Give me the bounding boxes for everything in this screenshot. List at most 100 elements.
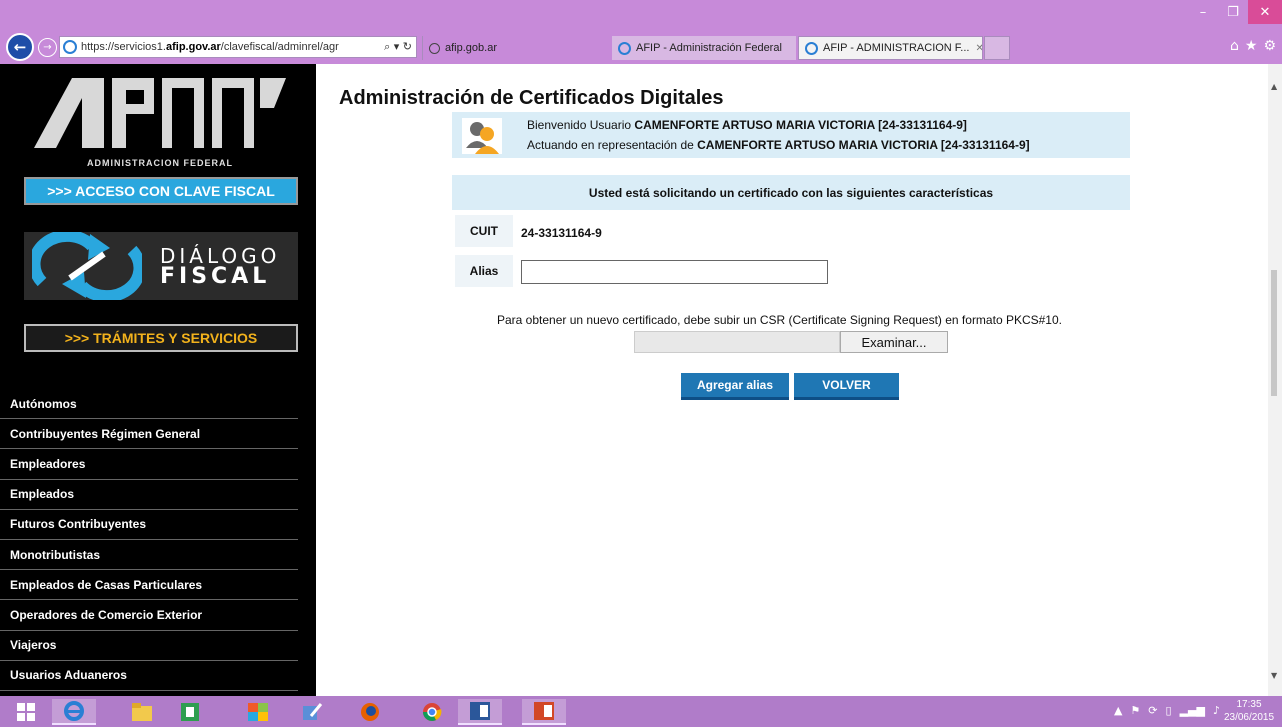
browser-toolbar-icons: ⌂ ★ ⚙ (1230, 38, 1276, 54)
tab-label: afip.gob.ar (445, 42, 497, 54)
signal-icon[interactable]: ▂▄▆ (1180, 704, 1205, 717)
sidebar-item-contribuyentes-regimen-general[interactable]: Contribuyentes Régimen General (0, 419, 298, 450)
vertical-scrollbar[interactable]: ▲ ▼ (1268, 64, 1282, 696)
sidebar-item-autonomos[interactable]: Autónomos (0, 389, 298, 420)
store-icon (181, 703, 199, 721)
tab-afip-active[interactable]: AFIP - ADMINISTRACION F... ✕ (798, 36, 983, 60)
restore-button[interactable]: ❐ (1218, 0, 1248, 24)
afip-logo[interactable]: ADMINISTRACION FEDERAL (34, 78, 286, 174)
address-controls-icon[interactable]: ⌕ ▾ ↻ (380, 40, 416, 54)
clave-fiscal-button[interactable]: >>> ACCESO CON CLAVE FISCAL (24, 177, 298, 205)
user-info-box: Bienvenido Usuario CAMENFORTE ARTUSO MAR… (452, 112, 1130, 158)
cuit-value: 24-33131164-9 (521, 226, 602, 240)
acting-user: CAMENFORTE ARTUSO MARIA VICTORIA [24-331… (697, 138, 1030, 152)
alias-input[interactable] (521, 260, 828, 284)
sync-icon[interactable]: ⟳ (1148, 704, 1157, 717)
taskbar-app[interactable] (236, 699, 280, 725)
window-titlebar: – ❐ ✕ (0, 0, 1282, 30)
browser-navbar: ← → https://servicios1.afip.gov.ar/clave… (0, 30, 1282, 64)
back-button[interactable]: ← (6, 33, 34, 61)
windows-icon (17, 703, 35, 721)
tab-afip-administracion[interactable]: AFIP - Administración Federal (612, 36, 796, 60)
sidebar-menu: Autónomos Contribuyentes Régimen General… (0, 389, 298, 691)
forward-arrow-icon: → (43, 42, 52, 53)
fiscal-label: FISCAL (160, 264, 271, 289)
close-tab-icon[interactable]: ✕ (975, 43, 982, 54)
ie-icon (805, 41, 818, 55)
clock-time: 17:35 (1236, 699, 1262, 710)
taskbar: ▲ ⚑ ⟳ ▯ ▂▄▆ ♪ 17:35 23/06/2015 (0, 696, 1282, 727)
url-path: /clavefiscal/adminrel/agr (220, 41, 339, 53)
sidebar-item-monotributistas[interactable]: Monotributistas (0, 540, 298, 571)
taskbar-explorer[interactable] (120, 699, 164, 725)
new-tab-button[interactable] (984, 36, 1010, 60)
tab-label: AFIP - Administración Federal (636, 42, 782, 54)
welcome-prefix: Bienvenido Usuario (527, 118, 635, 132)
back-page-button[interactable]: VOLVER (794, 373, 899, 400)
powerpoint-icon (534, 702, 554, 720)
tab-label: AFIP - ADMINISTRACION F... (823, 42, 970, 54)
app-icon (248, 703, 268, 721)
favorites-icon[interactable]: ★ (1245, 38, 1258, 54)
ie-icon (63, 40, 77, 54)
url-domain: afip.gov.ar (165, 41, 221, 53)
address-bar[interactable]: https://servicios1.afip.gov.ar/clavefisc… (59, 36, 417, 58)
sidebar-item-usuarios-aduaneros[interactable]: Usuarios Aduaneros (0, 661, 298, 691)
page-title: Administración de Certificados Digitales (339, 87, 724, 109)
close-window-button[interactable]: ✕ (1248, 0, 1282, 24)
volume-icon[interactable]: ♪ (1213, 704, 1220, 717)
sidebar-item-futuros-contribuyentes[interactable]: Futuros Contribuyentes (0, 510, 298, 540)
pen-icon (303, 703, 323, 720)
scroll-down-icon[interactable]: ▼ (1271, 671, 1277, 680)
welcome-user: CAMENFORTE ARTUSO MARIA VICTORIA [24-331… (634, 118, 967, 132)
scroll-up-icon[interactable]: ▲ (1271, 82, 1277, 91)
csr-file-field[interactable] (634, 331, 840, 353)
home-icon[interactable]: ⌂ (1230, 38, 1239, 54)
csr-instruction: Para obtener un nuevo certificado, debe … (497, 313, 1062, 327)
sidebar-item-operadores-comercio-exterior[interactable]: Operadores de Comercio Exterior (0, 600, 298, 631)
show-hidden-icons-icon[interactable]: ▲ (1114, 704, 1122, 717)
taskbar-store[interactable] (168, 699, 212, 725)
taskbar-chrome[interactable] (410, 699, 454, 725)
ie-icon (618, 41, 631, 55)
system-tray: ▲ ⚑ ⟳ ▯ ▂▄▆ ♪ (1114, 704, 1220, 717)
taskbar-firefox[interactable] (348, 699, 392, 725)
window-controls: – ❐ ✕ (1188, 0, 1282, 28)
add-alias-button[interactable]: Agregar alias (681, 373, 789, 400)
start-button[interactable] (4, 699, 48, 725)
dialogo-fiscal-banner[interactable]: DIÁLOGO FISCAL (24, 232, 298, 300)
clock-date: 23/06/2015 (1223, 712, 1275, 723)
url-prefix: https://servicios1. (81, 41, 166, 53)
acting-text: Actuando en representación de CAMENFORTE… (527, 138, 1030, 152)
sidebar-item-empleados-casas-particulares[interactable]: Empleados de Casas Particulares (0, 570, 298, 601)
cuit-label: CUIT (455, 215, 513, 247)
sidebar-item-viajeros[interactable]: Viajeros (0, 631, 298, 661)
tramites-servicios-button[interactable]: >>> TRÁMITES Y SERVICIOS (24, 324, 298, 352)
users-icon (462, 118, 502, 154)
logo-caption: ADMINISTRACION FEDERAL (87, 158, 233, 168)
sidebar-item-empleados[interactable]: Empleados (0, 480, 298, 510)
minimize-button[interactable]: – (1188, 0, 1218, 24)
taskbar-powerpoint[interactable] (522, 699, 566, 725)
dialogo-fiscal-text: DIÁLOGO FISCAL (160, 246, 280, 288)
battery-icon[interactable]: ▯ (1166, 704, 1172, 717)
flag-icon[interactable]: ⚑ (1130, 704, 1140, 717)
forward-button[interactable]: → (38, 38, 57, 57)
welcome-text: Bienvenido Usuario CAMENFORTE ARTUSO MAR… (527, 118, 967, 132)
url-text: https://servicios1.afip.gov.ar/clavefisc… (81, 41, 380, 53)
taskbar-ie[interactable] (52, 699, 96, 725)
request-header: Usted está solicitando un certificado co… (452, 175, 1130, 210)
ie-icon (64, 701, 84, 721)
acting-prefix: Actuando en representación de (527, 138, 698, 152)
tab-afip-gob[interactable]: afip.gob.ar (422, 36, 607, 60)
taskbar-word[interactable] (458, 699, 502, 725)
browse-button[interactable]: Examinar... (840, 331, 948, 353)
taskbar-pen[interactable] (290, 699, 334, 725)
word-icon (470, 702, 490, 720)
clock[interactable]: 17:35 23/06/2015 (1220, 698, 1278, 724)
chrome-icon (423, 703, 442, 721)
dialogo-arrows-icon (32, 232, 142, 300)
sidebar-item-empleadores[interactable]: Empleadores (0, 449, 298, 480)
scroll-thumb[interactable] (1271, 270, 1277, 396)
settings-icon[interactable]: ⚙ (1263, 38, 1276, 54)
